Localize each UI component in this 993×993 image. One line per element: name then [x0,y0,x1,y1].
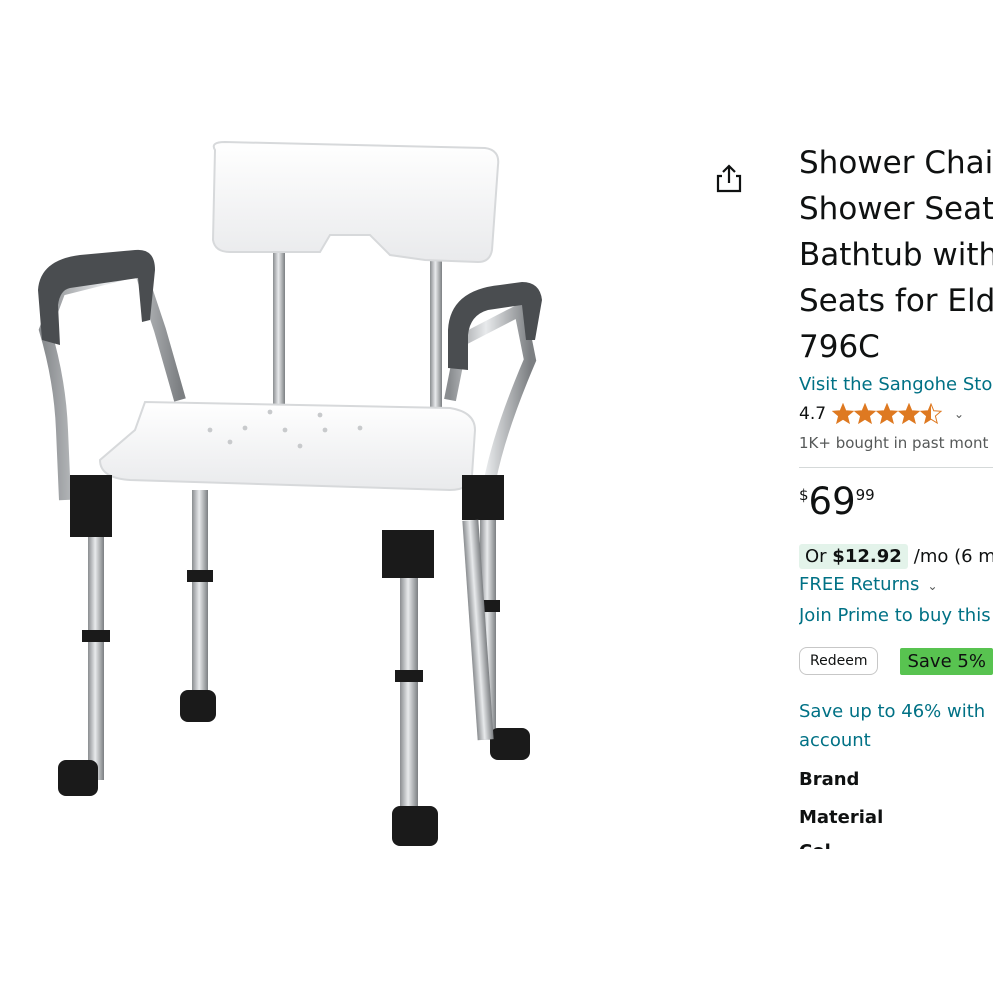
price: $ 69 99 [799,482,993,532]
monthly-prefix: Or [805,545,833,567]
store-link[interactable]: Visit the Sangohe Sto [799,373,993,397]
free-returns-link[interactable]: FREE Returns ⌄ [799,570,993,601]
save-badge: Save 5% [900,647,993,675]
product-title[interactable]: Shower Chai Shower Seat Bathtub with Sea… [799,140,993,370]
chevron-down-icon[interactable]: ⌄ [927,579,937,593]
star-rating-icon [832,403,944,425]
divider [799,467,993,468]
monthly-highlight: Or $12.92 [799,543,908,569]
bought-count: 1K+ bought in past mont [799,434,989,452]
redeem-button[interactable]: Redeem [799,647,879,675]
price-symbol: $ [799,486,809,504]
spec-brand-label: Brand [799,769,860,790]
product-title-line: Shower Chai [799,145,993,181]
rating-row[interactable]: 4.7 ⌄ [799,401,993,427]
monthly-terms: /mo (6 m [913,545,993,567]
save-up-link[interactable]: Save up to 46% with account [799,697,993,755]
product-title-line: 796C [799,329,880,365]
product-title-line: Seats for Eld [799,283,993,319]
free-returns-label: FREE Returns [799,574,920,595]
product-info-panel: Shower Chai Shower Seat Bathtub with Sea… [799,140,993,849]
coupon-row: Redeem Save 5% [799,645,993,677]
chevron-down-icon[interactable]: ⌄ [954,407,964,421]
price-whole: 69 [808,480,856,523]
product-title-line: Bathtub with [799,237,993,273]
monthly-payment[interactable]: Or $12.92 /mo (6 m [799,542,993,570]
join-prime-link[interactable]: Join Prime to buy this [799,601,993,630]
rating-value: 4.7 [799,404,827,424]
product-title-line: Shower Seat [799,191,993,227]
product-image[interactable] [30,130,590,890]
spec-color-label: Col [799,839,993,849]
monthly-amount: $12.92 [832,545,902,567]
price-fraction: 99 [855,486,875,504]
share-icon[interactable] [712,160,746,196]
spec-material-label: Material [799,807,884,828]
